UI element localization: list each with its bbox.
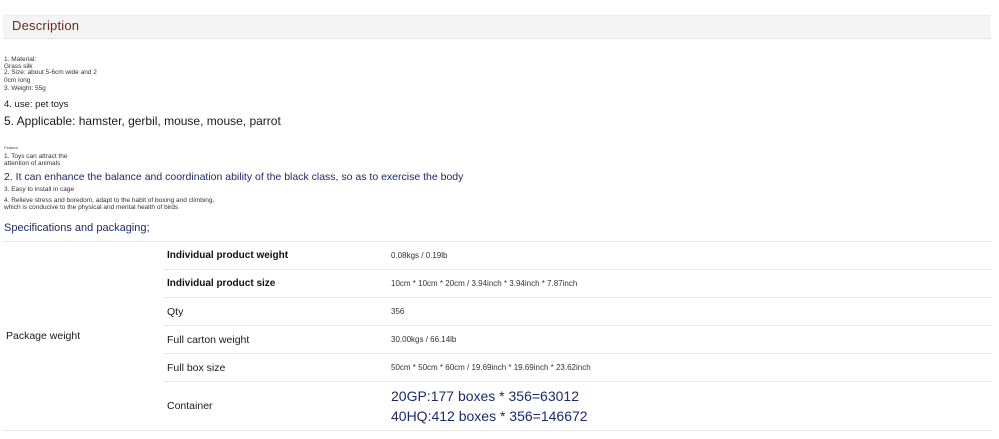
row-label: Full box size [164,353,385,382]
row-label: Individual product weight [164,241,385,270]
features-label: Feature: [4,145,19,150]
row-value: 30.00kgs / 66.14lb [385,325,991,354]
specs-table: Package weight Individual product weight… [3,241,991,431]
row-value: 50cm * 50cm * 60cm / 19.69inch * 19.69in… [385,353,991,382]
row-value: 10cm * 10cm * 20cm / 3.94inch * 3.94inch… [385,269,991,298]
row-label: Container [164,381,385,431]
row-value: 356 [385,297,991,326]
desc-line-applicable: 5. Applicable: hamster, gerbil, mouse, m… [4,114,281,128]
row-value: 0.08kgs / 0.19lb [385,241,991,270]
feature-3: 3. Easy to install in cage [4,186,75,193]
container-20gp: 20GP:177 boxes * 356=63012 [391,388,579,404]
desc-line-use: 4. use: pet toys [4,99,69,110]
description-header: Description [3,15,991,39]
container-40hq: 40HQ:412 boxes * 356=146672 [391,408,588,424]
description-title: Description [12,18,80,33]
table-row: Package weight Individual product weight… [3,241,991,431]
desc-line-size-cont: 0cm long [4,77,31,84]
desc-line-size: 2. Size: about 5-6cm wide and 2 [4,69,97,76]
specs-title: Specifications and packaging; [4,222,150,234]
feature-2: 2. It can enhance the balance and coordi… [4,171,464,183]
desc-line-weight: 3. Weight: 55g [4,85,46,92]
package-weight-label: Package weight [3,241,164,431]
row-label: Full carton weight [164,325,385,354]
container-values: 20GP:177 boxes * 356=63012 40HQ:412 boxe… [385,381,991,431]
feature-4-cont: which is conducive to the physical and m… [4,204,179,211]
row-label: Individual product size [164,269,385,298]
row-label: Qty [164,297,385,326]
feature-1-cont: attention of animals [4,160,61,167]
